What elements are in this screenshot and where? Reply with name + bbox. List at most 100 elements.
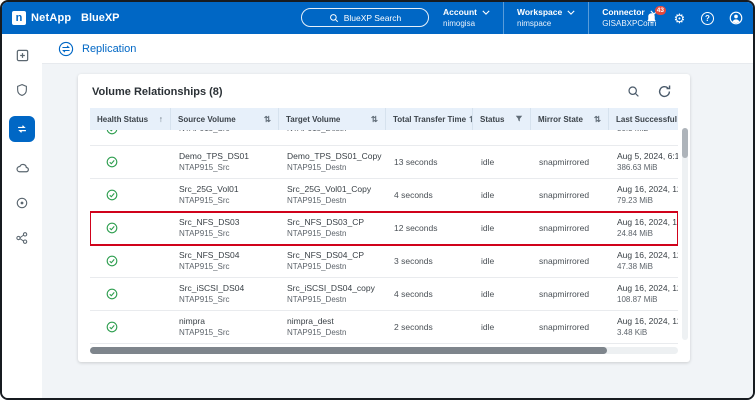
health-ok-icon bbox=[106, 130, 118, 135]
volume-relationships-table: Health Status ↑ Source Volume ⇅ Target V… bbox=[90, 108, 678, 354]
status-cell: idle bbox=[473, 245, 531, 277]
source-system-name: NTAP915_Src bbox=[179, 327, 230, 339]
vertical-scrollbar-thumb[interactable] bbox=[682, 128, 688, 158]
table-header-row: Health Status ↑ Source Volume ⇅ Target V… bbox=[90, 108, 678, 130]
transfer-time-cell: 2 seconds bbox=[386, 311, 473, 343]
table-row[interactable]: Src_NFS_DS04 NTAP915_Src Src_NFS_DS04_CP… bbox=[90, 245, 678, 278]
last-transfer-size: 47.38 MiB bbox=[617, 261, 653, 273]
connector-label: Connector bbox=[602, 7, 645, 17]
filter-icon[interactable] bbox=[515, 115, 523, 123]
vertical-scrollbar[interactable] bbox=[682, 128, 688, 340]
last-transfer-size: 3.48 KiB bbox=[617, 327, 647, 339]
target-volume-cell: Src_NFS_DS04_CP NTAP915_Destn bbox=[279, 245, 386, 277]
status-cell bbox=[473, 130, 531, 145]
table-row[interactable]: Demo_TPS_DS01 NTAP915_Src Demo_TPS_DS01_… bbox=[90, 146, 678, 179]
netapp-logo-text: NetApp bbox=[31, 12, 71, 24]
source-system-name: NTAP915_Src bbox=[179, 162, 230, 174]
source-volume-cell: nimpra NTAP915_Src bbox=[171, 311, 279, 343]
source-volume-name: Src_NFS_DS03 bbox=[179, 217, 239, 229]
target-volume-name: Demo_TPS_DS01_Copy bbox=[287, 151, 382, 163]
bluexp-search-button[interactable]: BlueXP Search bbox=[301, 8, 429, 27]
target-system-name: NTAP915_Destn bbox=[287, 195, 346, 207]
source-volume-cell: Src_NFS_DS03 NTAP915_Src bbox=[171, 212, 279, 244]
source-volume-name: Src_iSCSI_DS04 bbox=[179, 283, 244, 295]
search-label: BlueXP Search bbox=[344, 13, 402, 23]
sidebar-item-protection[interactable] bbox=[9, 81, 35, 99]
account-label: Account bbox=[443, 7, 477, 17]
last-transfer-date: Aug 16, 2024, 12: bbox=[617, 250, 678, 262]
column-header[interactable]: Status bbox=[473, 108, 531, 130]
last-transfer-size: 108.87 MiB bbox=[617, 294, 657, 306]
last-transfer-cell: 30.3 MiB bbox=[609, 130, 678, 145]
sidebar-item-share[interactable] bbox=[9, 229, 35, 247]
table-row[interactable]: Src_25G_Vol01 NTAP915_Src Src_25G_Vol01_… bbox=[90, 179, 678, 212]
target-system-name: NTAP915_Destn bbox=[287, 327, 346, 339]
cloud-sync-icon bbox=[15, 161, 30, 176]
column-header[interactable]: Health Status ↑ bbox=[90, 108, 171, 130]
last-transfer-date: Aug 16, 2024, 12: bbox=[617, 217, 678, 229]
table-row[interactable]: nimpra NTAP915_Src nimpra_dest NTAP915_D… bbox=[90, 311, 678, 344]
notifications-bell-icon[interactable]: 43 bbox=[644, 11, 659, 26]
column-header[interactable]: Total Transfer Time ⇅ bbox=[386, 108, 473, 130]
settings-gear-icon[interactable]: ⚙ bbox=[672, 11, 687, 26]
sort-both-icon[interactable]: ⇅ bbox=[371, 114, 378, 125]
target-system-name: NTAP915_Destn bbox=[287, 261, 346, 273]
mirror-state-cell: snapmirrored bbox=[531, 245, 609, 277]
source-volume-cell: Src_iSCSI_DS04 NTAP915_Src bbox=[171, 278, 279, 310]
column-header[interactable]: Source Volume ⇅ bbox=[171, 108, 279, 130]
source-volume-name: Src_25G_Vol01 bbox=[179, 184, 239, 196]
chevron-down-icon bbox=[482, 10, 490, 15]
canvas-icon bbox=[15, 48, 30, 63]
column-header[interactable]: Mirror State ⇅ bbox=[531, 108, 609, 130]
help-icon[interactable]: ? bbox=[700, 11, 715, 26]
netapp-logo[interactable]: n NetApp bbox=[12, 2, 71, 34]
table-row[interactable]: Src_iSCSI_DS04 NTAP915_Src Src_iSCSI_DS0… bbox=[90, 278, 678, 311]
health-ok-icon bbox=[106, 222, 118, 234]
source-volume-name: Demo_TPS_DS01 bbox=[179, 151, 249, 163]
table-body: NTAP915_Src NTAP915_Destn 30.3 MiB Demo_… bbox=[90, 130, 678, 344]
horizontal-scrollbar[interactable] bbox=[90, 347, 678, 354]
mirror-state-cell: snapmirrored bbox=[531, 311, 609, 343]
refresh-icon[interactable] bbox=[657, 84, 672, 99]
account-menu[interactable]: Account nimogisa bbox=[430, 2, 503, 34]
target-volume-cell: Src_25G_Vol01_Copy NTAP915_Destn bbox=[279, 179, 386, 211]
source-volume-cell: NTAP915_Src bbox=[171, 130, 279, 145]
last-transfer-cell: Aug 16, 2024, 12: 47.38 MiB bbox=[609, 245, 678, 277]
netapp-logo-icon: n bbox=[12, 11, 26, 25]
sort-both-icon[interactable]: ⇅ bbox=[594, 114, 601, 125]
workspace-menu[interactable]: Workspace nimspace bbox=[503, 2, 588, 34]
sidebar-item-observability[interactable] bbox=[9, 194, 35, 212]
column-label: Source Volume bbox=[178, 115, 236, 124]
source-system-name: NTAP915_Src bbox=[179, 294, 230, 306]
status-cell: idle bbox=[473, 212, 531, 244]
table-search-icon[interactable] bbox=[627, 85, 640, 98]
last-transfer-size: 79.23 MiB bbox=[617, 195, 653, 207]
replication-service-icon bbox=[58, 41, 74, 57]
sort-asc-icon[interactable]: ↑ bbox=[159, 114, 163, 124]
volume-relationships-card: Volume Relationships (8) Health Status ↑… bbox=[78, 74, 690, 362]
column-header[interactable]: Last Successful Tra bbox=[609, 108, 678, 130]
target-volume-name: Src_iSCSI_DS04_copy bbox=[287, 283, 375, 295]
last-transfer-cell: Aug 16, 2024, 12: 79.23 MiB bbox=[609, 179, 678, 211]
table-title: Volume Relationships (8) bbox=[92, 86, 223, 98]
sidebar-item-replication[interactable] bbox=[9, 116, 35, 142]
last-transfer-cell: Aug 16, 2024, 12: 3.48 KiB bbox=[609, 311, 678, 343]
table-row-highlighted[interactable]: Src_NFS_DS03 NTAP915_Src Src_NFS_DS03_CP… bbox=[90, 212, 678, 245]
sidebar-item-copy-sync[interactable] bbox=[9, 159, 35, 177]
left-nav-sidebar bbox=[2, 34, 42, 398]
last-transfer-size: 24.84 MiB bbox=[617, 228, 653, 240]
user-profile-icon[interactable] bbox=[728, 11, 743, 26]
column-label: Status bbox=[480, 115, 504, 124]
page-title-bar: Replication bbox=[42, 34, 753, 64]
column-header[interactable]: Target Volume ⇅ bbox=[279, 108, 386, 130]
horizontal-scrollbar-thumb[interactable] bbox=[90, 347, 607, 354]
sort-both-icon[interactable]: ⇅ bbox=[264, 114, 271, 125]
table-row[interactable]: NTAP915_Src NTAP915_Destn 30.3 MiB bbox=[90, 130, 678, 146]
header-action-icons: 43 ⚙ ? bbox=[644, 2, 743, 34]
target-volume-cell: nimpra_dest NTAP915_Destn bbox=[279, 311, 386, 343]
mirror-state-cell: snapmirrored bbox=[531, 212, 609, 244]
sidebar-item-canvas[interactable] bbox=[9, 46, 35, 64]
last-transfer-date: Aug 16, 2024, 12: bbox=[617, 316, 678, 328]
transfer-time-cell: 3 seconds bbox=[386, 245, 473, 277]
account-value: nimogisa bbox=[443, 19, 490, 28]
